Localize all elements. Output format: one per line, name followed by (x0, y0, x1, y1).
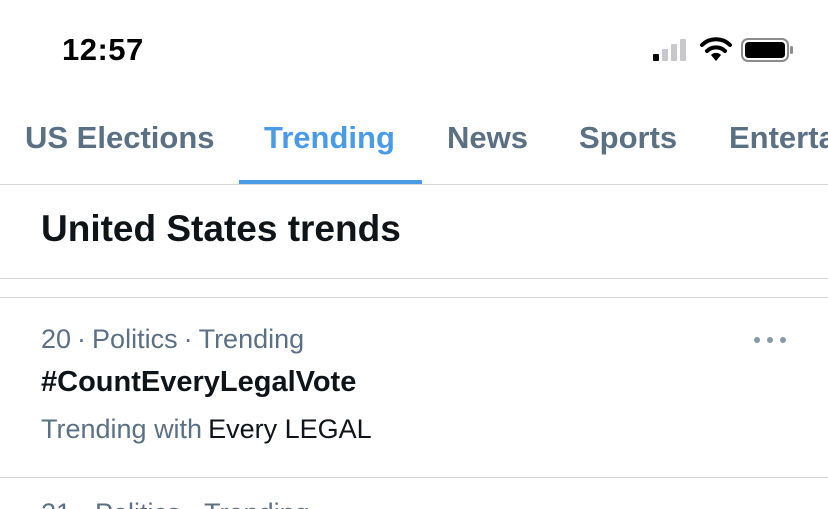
trend-name[interactable]: #CountEveryLegalVote (41, 366, 356, 399)
tab-us-elections[interactable]: US Elections (25, 120, 215, 184)
tab-trending[interactable]: Trending (264, 120, 395, 184)
active-tab-indicator (239, 180, 422, 184)
section-title: United States trends (41, 208, 401, 249)
explore-tabs: US Elections Trending News Sports Entert… (0, 100, 828, 185)
trend-rank: 20 (41, 324, 72, 354)
trend-related: Trending with Every LEGAL (41, 414, 372, 445)
separator-dot: · (77, 324, 87, 354)
trend-item-next[interactable]: 21 · Politics · Trending (0, 478, 828, 509)
tab-news[interactable]: News (447, 120, 528, 184)
clock: 12:57 (62, 32, 144, 67)
tab-entertainment[interactable]: Entertainment (729, 120, 828, 184)
trend-status: Trending (198, 324, 305, 354)
battery-icon (741, 38, 793, 62)
trend-item[interactable]: 20 · Politics · Trending #CountEveryLegalVot… (0, 298, 828, 478)
wifi-icon (700, 37, 732, 61)
separator-dot: · (183, 324, 193, 354)
status-bar: 12:57 (0, 0, 828, 100)
signal-icon (653, 39, 686, 61)
more-horizontal-icon[interactable] (752, 334, 788, 346)
trend-related-prefix: Trending with (41, 414, 203, 444)
trend-related-term[interactable]: Every LEGAL (208, 414, 372, 444)
tab-sports[interactable]: Sports (579, 120, 677, 184)
trend-category: Politics (92, 324, 178, 354)
trend-meta-next: 21 · Politics · Trending (41, 498, 310, 509)
divider (0, 278, 828, 279)
trend-meta: 20 · Politics · Trending (41, 324, 304, 355)
